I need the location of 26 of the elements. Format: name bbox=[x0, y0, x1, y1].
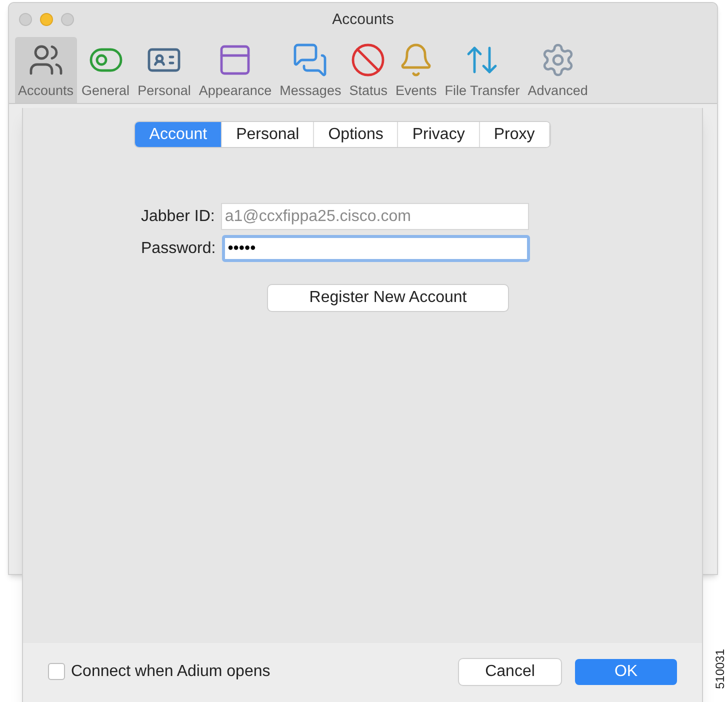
register-account-button[interactable]: Register New Account bbox=[268, 285, 508, 311]
figure-number: 510031 bbox=[712, 648, 726, 690]
toolbar-item[interactable]: Status bbox=[346, 37, 390, 103]
chat-bubbles-icon bbox=[292, 42, 328, 78]
toolbar-item[interactable]: Appearance bbox=[196, 37, 275, 103]
toolbar-item[interactable]: Messages bbox=[276, 37, 344, 103]
ok-button[interactable]: OK bbox=[575, 658, 677, 684]
window-title: Accounts bbox=[332, 10, 394, 30]
checkbox[interactable] bbox=[48, 663, 65, 680]
toolbar-item[interactable]: File Transfer bbox=[442, 37, 523, 103]
toolbar-item[interactable]: Events bbox=[392, 37, 440, 103]
zoom-control[interactable] bbox=[61, 13, 74, 26]
close-control[interactable] bbox=[19, 13, 32, 26]
toolbar-item[interactable]: General bbox=[78, 37, 133, 103]
field-label: Jabber ID: bbox=[141, 207, 215, 227]
toolbar-item[interactable]: Accounts bbox=[15, 37, 77, 103]
sheet-tab[interactable]: Account bbox=[135, 122, 222, 147]
checkbox-label: Connect when Adium opens bbox=[71, 662, 270, 682]
field-label: Password: bbox=[141, 239, 216, 259]
toolbar-item[interactable]: Personal bbox=[134, 37, 194, 103]
cancel-button[interactable]: Cancel bbox=[459, 658, 561, 684]
input-field[interactable]: ••••• bbox=[222, 235, 530, 262]
minimize-control[interactable] bbox=[40, 13, 53, 26]
input-field[interactable]: a1@ccxfippa25.cisco.com bbox=[220, 203, 529, 230]
forbidden-icon bbox=[350, 42, 386, 78]
toolbar-item[interactable]: Advanced bbox=[524, 37, 591, 103]
